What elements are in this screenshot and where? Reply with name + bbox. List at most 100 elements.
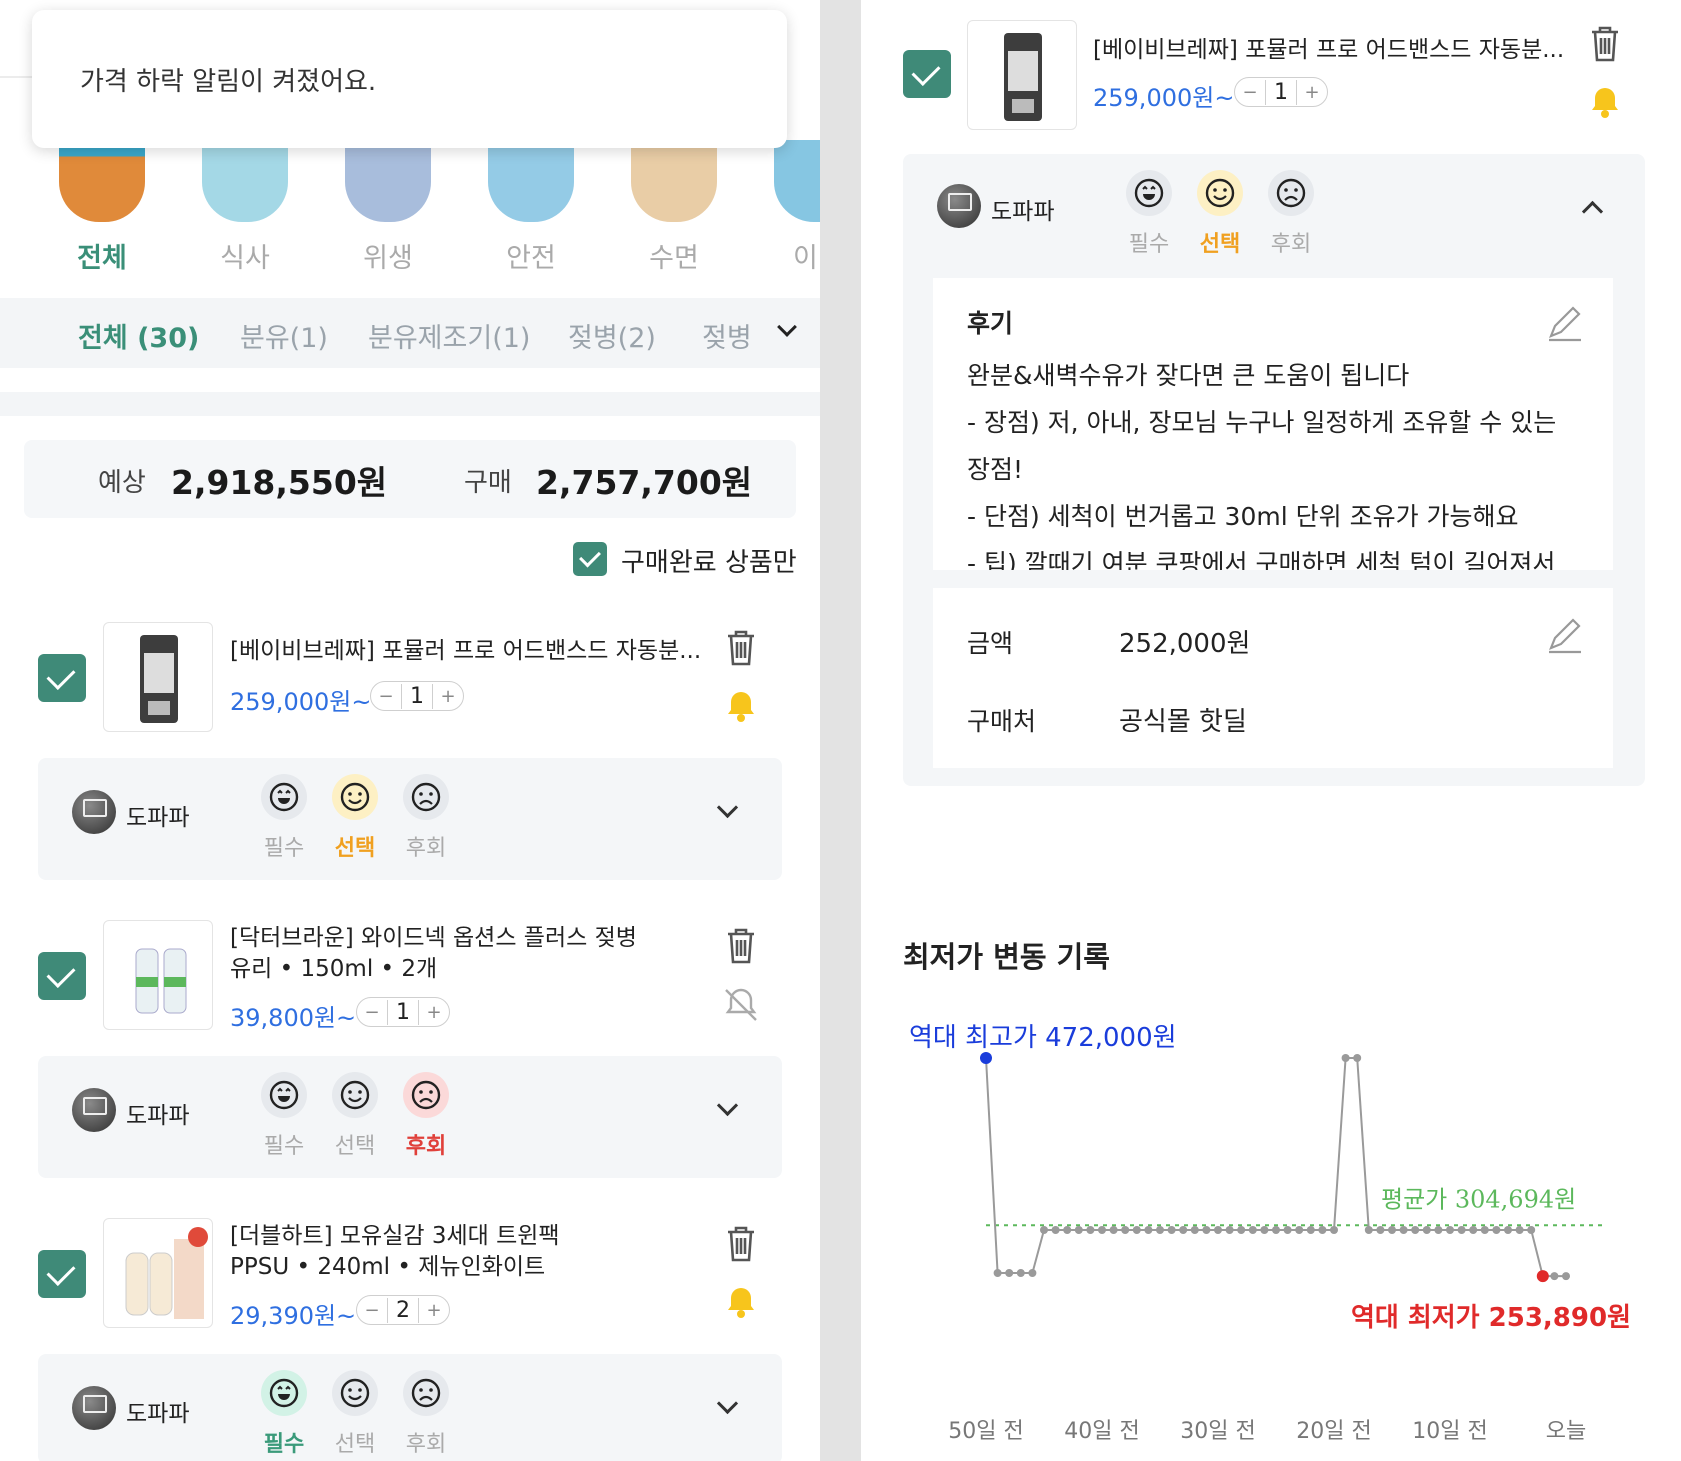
quantity-stepper[interactable]: − 2 + (356, 1295, 450, 1325)
product-title[interactable]: [닥터브라운] 와이드넥 옵션스 플러스 젖병 (230, 923, 637, 954)
product-checkbox[interactable] (38, 1250, 86, 1298)
price-point (1353, 1054, 1362, 1062)
rating-regret[interactable]: 후회 (402, 1370, 450, 1458)
grin-icon (269, 1080, 299, 1110)
rating-regret[interactable]: 후회 (1267, 170, 1315, 258)
plus-button[interactable]: + (419, 1002, 449, 1023)
quantity-stepper[interactable]: − 1 + (370, 681, 464, 711)
edit-pencil-icon[interactable] (1545, 304, 1585, 344)
smile-icon (340, 1080, 370, 1110)
price-point (1156, 1226, 1164, 1234)
product-title[interactable]: [더블하트] 모유실감 3세대 트윈팩 (230, 1221, 560, 1252)
toast-message: 가격 하락 알림이 켜졌어요. (80, 66, 377, 97)
price-point (1063, 1226, 1072, 1234)
product-image[interactable] (103, 622, 213, 732)
trash-icon[interactable] (722, 926, 760, 966)
chevron-down-icon (777, 317, 797, 337)
chevron-down-icon[interactable] (716, 1094, 739, 1117)
category-safety[interactable]: 안전 (481, 140, 581, 275)
subtab-formula-maker[interactable]: 분유제조기(1) (368, 316, 530, 355)
category-label: 전체 (77, 243, 127, 274)
subtab-bottle-more[interactable]: 젖병 (702, 316, 752, 355)
product-price: 29,390원~ (230, 1302, 357, 1330)
rating-choice[interactable]: 선택 (331, 1072, 379, 1160)
minus-button[interactable]: − (371, 686, 401, 707)
plus-button[interactable]: + (1297, 82, 1327, 103)
bell-on-icon[interactable] (1580, 78, 1630, 128)
product-checkbox[interactable] (38, 952, 86, 1000)
plus-button[interactable]: + (419, 1300, 449, 1321)
x-tick-label: 50일 전 (948, 1419, 1023, 1444)
checkbox[interactable] (573, 542, 607, 576)
review-row[interactable]: 도파파 필수 선택 후회 (38, 758, 782, 880)
price-point (1515, 1226, 1524, 1234)
price-point (1341, 1054, 1350, 1062)
product-price: 259,000원~ (230, 688, 372, 716)
store-value: 공식몰 핫딜 (1119, 707, 1247, 737)
chevron-down-icon[interactable] (716, 1392, 739, 1415)
rating-choice[interactable]: 선택 (1196, 170, 1244, 258)
trash-icon[interactable] (722, 1224, 760, 1264)
subtab-all[interactable]: 전체 (30) (78, 316, 199, 355)
product-detail-panel: [베이비브레짜] 포뮬러 프로 어드밴스드 자동분... 259,000원~ −… (861, 0, 1681, 1461)
product-image[interactable] (967, 20, 1077, 130)
frown-icon (411, 782, 441, 812)
category-hygiene[interactable]: 위생 (338, 140, 438, 275)
price-point (1306, 1226, 1315, 1234)
review-row[interactable]: 도파파 필수 선택 후회 (38, 1056, 782, 1178)
minus-button[interactable]: − (357, 1300, 387, 1321)
price-point (1190, 1226, 1199, 1234)
trash-icon[interactable] (722, 628, 760, 668)
chevron-up-icon[interactable] (1581, 200, 1604, 223)
reviewer-name: 도파파 (126, 805, 190, 831)
product-image[interactable] (103, 1218, 213, 1328)
category-all[interactable]: 전체 (52, 140, 152, 275)
rating-regret[interactable]: 후회 (402, 774, 450, 862)
quantity-stepper[interactable]: − 1 + (356, 997, 450, 1027)
divider (0, 392, 820, 416)
product-checkbox[interactable] (38, 654, 86, 702)
minus-button[interactable]: − (357, 1002, 387, 1023)
price-point (1434, 1226, 1443, 1234)
quantity-stepper[interactable]: − 1 + (1234, 77, 1328, 107)
price-point (1504, 1226, 1512, 1234)
product-checkbox[interactable] (903, 50, 951, 98)
rating-must[interactable]: 필수 (260, 1370, 308, 1458)
rating-regret[interactable]: 후회 (402, 1072, 450, 1160)
avatar (72, 1386, 116, 1430)
chevron-down-icon[interactable] (716, 796, 739, 819)
avatar (72, 790, 116, 834)
category-hygiene-icon (345, 140, 431, 222)
product-image[interactable] (103, 920, 213, 1030)
smile-icon (340, 1378, 370, 1408)
price-point (1132, 1226, 1141, 1234)
category-more[interactable]: 이 (767, 140, 820, 275)
minus-button[interactable]: − (1235, 82, 1265, 103)
product-title[interactable]: [베이비브레짜] 포뮬러 프로 어드밴스드 자동분... (230, 636, 701, 667)
bell-off-icon[interactable] (716, 980, 766, 1030)
plus-button[interactable]: + (433, 686, 463, 707)
category-meal[interactable]: 식사 (195, 140, 295, 275)
rating-must[interactable]: 필수 (1125, 170, 1173, 258)
rating-must[interactable]: 필수 (260, 774, 308, 862)
rating-choice[interactable]: 선택 (331, 1370, 379, 1458)
subtab-bottle[interactable]: 젖병(2) (568, 316, 656, 355)
trash-icon[interactable] (1586, 24, 1624, 64)
price-point (1527, 1226, 1536, 1234)
category-sleep[interactable]: 수면 (624, 140, 724, 275)
rating-choice[interactable]: 선택 (331, 774, 379, 862)
subtabs-expand-button[interactable] (762, 298, 820, 368)
average-price-label: 평균가 304,694원 (1381, 1185, 1576, 1213)
rating-must[interactable]: 필수 (260, 1072, 308, 1160)
price-point (1550, 1272, 1559, 1281)
review-row[interactable]: 도파파 필수 선택 후회 (38, 1354, 782, 1461)
edit-pencil-icon[interactable] (1545, 616, 1585, 656)
bell-on-icon[interactable] (716, 1278, 766, 1328)
price-point (1480, 1226, 1489, 1234)
product-title[interactable]: [베이비브레짜] 포뮬러 프로 어드밴스드 자동분... (1093, 35, 1564, 66)
price-point (1121, 1226, 1130, 1234)
subtab-formula[interactable]: 분유(1) (240, 316, 328, 355)
bell-on-icon[interactable] (716, 682, 766, 732)
grin-icon (269, 782, 299, 812)
toast-notification: 가격 하락 알림이 켜졌어요. (32, 10, 787, 148)
